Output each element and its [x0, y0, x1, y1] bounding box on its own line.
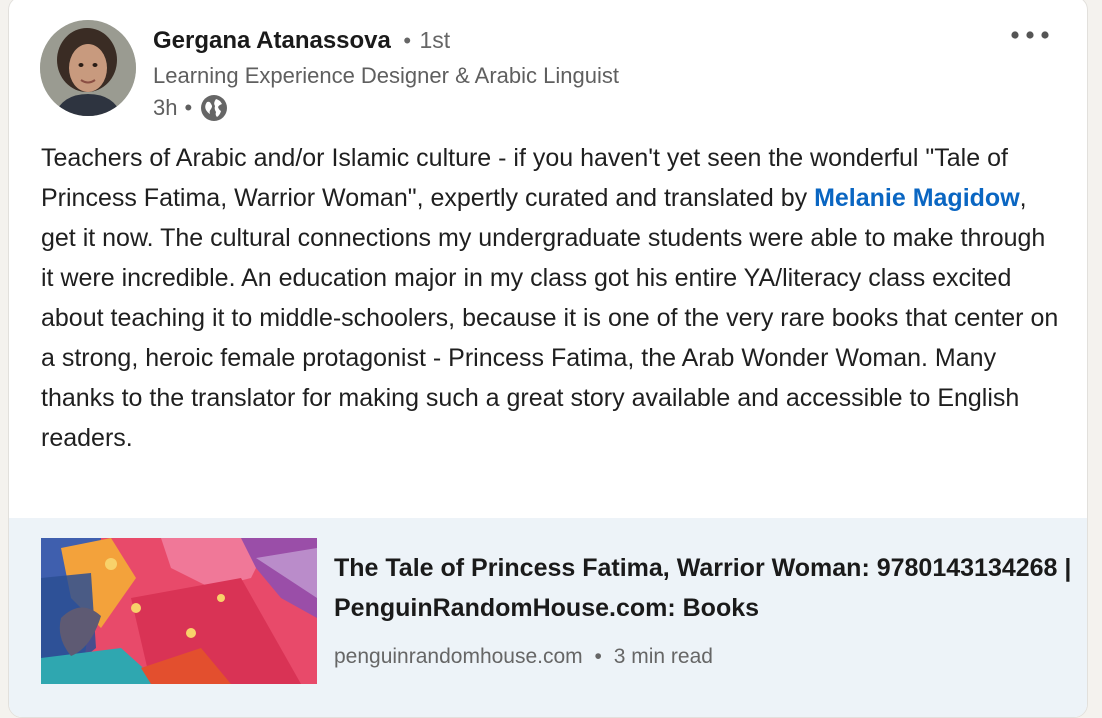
link-preview-title[interactable]: The Tale of Princess Fatima, Warrior Wom…	[334, 548, 1074, 628]
post-text-part: , get it now. The cultural connections m…	[41, 184, 1059, 452]
post-meta: 3h •	[153, 94, 228, 122]
author-headline: Learning Experience Designer & Arabic Li…	[153, 63, 619, 88]
post-card: Gergana Atanassova • 1st Learning Experi…	[8, 0, 1088, 718]
author-name[interactable]: Gergana Atanassova	[153, 27, 391, 54]
link-preview-domain: penguinrandomhouse.com	[334, 645, 583, 668]
globe-icon	[200, 94, 228, 122]
separator-dot: •	[594, 645, 602, 668]
link-preview[interactable]: The Tale of Princess Fatima, Warrior Wom…	[9, 518, 1087, 717]
author-name-line: Gergana Atanassova • 1st	[153, 27, 450, 55]
link-preview-meta: penguinrandomhouse.com • 3 min read	[334, 645, 713, 669]
link-preview-image[interactable]	[41, 538, 317, 684]
avatar-photo	[40, 20, 136, 116]
connection-degree: 1st	[419, 27, 451, 53]
post-time: 3h	[153, 95, 178, 120]
post-text: Teachers of Arabic and/or Islamic cultur…	[41, 138, 1061, 458]
author-avatar[interactable]	[40, 20, 136, 116]
mention-link[interactable]: Melanie Magidow	[814, 184, 1020, 212]
more-options-icon[interactable]	[1007, 22, 1053, 48]
separator-dot: •	[403, 28, 412, 53]
link-preview-read-time: 3 min read	[613, 645, 713, 668]
separator-dot: •	[184, 95, 193, 120]
